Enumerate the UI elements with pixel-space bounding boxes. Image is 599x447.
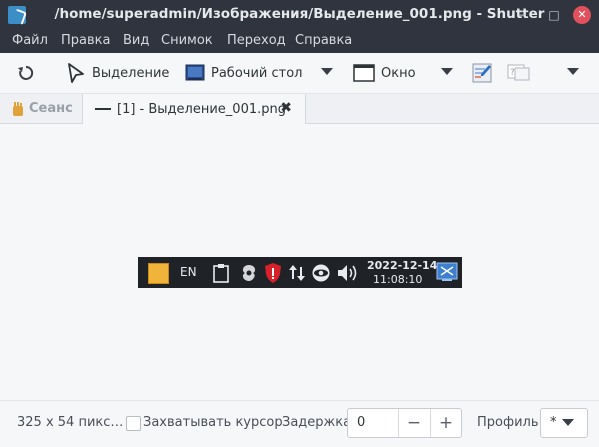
network-arrows-icon bbox=[289, 265, 305, 281]
tab-dash-icon bbox=[95, 108, 111, 110]
captured-panel-image: EN 2022-12-14 11:08:10 bbox=[138, 257, 462, 288]
svg-text:?: ? bbox=[510, 68, 515, 78]
window-titlebar[interactable]: /home/superadmin/Изображения/Выделение_0… bbox=[0, 0, 599, 30]
menu-edit[interactable]: Правка bbox=[61, 33, 110, 48]
window-dropdown-caret[interactable] bbox=[441, 68, 453, 75]
more-dropdown-caret[interactable] bbox=[567, 68, 579, 75]
chevron-down-icon bbox=[562, 419, 574, 426]
show-desktop-icon bbox=[436, 262, 458, 281]
menu-help[interactable]: Справка bbox=[295, 33, 352, 48]
window-button[interactable]: Окно bbox=[353, 61, 416, 85]
eye-icon bbox=[312, 264, 330, 282]
tab-session-label: Сеанс bbox=[29, 101, 73, 116]
image-size-text: 325 x 54 пикс… bbox=[17, 415, 124, 430]
security-shield-icon bbox=[265, 263, 281, 283]
menu-file[interactable]: Файл bbox=[12, 33, 48, 48]
tab-close-icon[interactable]: ✖ bbox=[280, 100, 292, 116]
edit-screenshot-button[interactable] bbox=[471, 61, 493, 85]
edit-pencil-icon bbox=[472, 63, 492, 83]
delay-increment-button[interactable]: + bbox=[431, 411, 461, 435]
selection-label: Выделение bbox=[92, 65, 170, 81]
delay-label: Задержка: bbox=[282, 415, 356, 430]
clock-date: 2022-12-14 bbox=[367, 259, 438, 272]
menu-view[interactable]: Вид bbox=[123, 33, 149, 48]
window-title: /home/superadmin/Изображения/Выделение_0… bbox=[54, 6, 545, 22]
volume-icon bbox=[338, 265, 357, 281]
cursor-arrow-icon bbox=[68, 63, 84, 83]
app-tray-icon bbox=[148, 263, 169, 284]
tab-file[interactable]: [1] - Выделение_001.png ✖ bbox=[82, 94, 306, 124]
desktop-dropdown-caret[interactable] bbox=[321, 68, 333, 75]
toolbar: Выделение Рабочий стол Окно ? bbox=[0, 53, 599, 94]
capture-cursor-label[interactable]: Захватывать курсор bbox=[143, 415, 283, 430]
refresh-icon bbox=[18, 65, 34, 80]
desktop-label: Рабочий стол bbox=[211, 65, 303, 81]
menu-screenshot[interactable]: Снимок bbox=[161, 33, 213, 48]
window-label: Окно bbox=[381, 65, 416, 81]
swirl-icon bbox=[242, 265, 256, 281]
tab-file-label: [1] - Выделение_001.png bbox=[117, 101, 286, 117]
window-icon bbox=[353, 64, 375, 82]
delay-decrement-button[interactable]: − bbox=[399, 411, 429, 435]
profile-label: Профиль: bbox=[477, 415, 543, 430]
minimize-button[interactable]: − bbox=[513, 6, 531, 24]
menu-go[interactable]: Переход bbox=[227, 33, 286, 48]
maximize-button[interactable]: □ bbox=[545, 6, 563, 24]
refresh-button[interactable] bbox=[16, 61, 36, 85]
profile-combobox[interactable]: * bbox=[540, 408, 588, 438]
desktop-icon bbox=[185, 64, 205, 81]
desktop-button[interactable]: Рабочий стол bbox=[185, 61, 302, 85]
clock-time: 11:08:10 bbox=[373, 273, 423, 286]
menubar: Файл Правка Вид Снимок Переход Справка bbox=[0, 30, 599, 53]
profile-value: * bbox=[550, 415, 557, 430]
selection-button[interactable]: Выделение bbox=[66, 61, 169, 85]
screenshot-canvas[interactable]: EN 2022-12-14 11:08:10 bbox=[0, 124, 599, 400]
keyboard-layout-indicator: EN bbox=[180, 265, 197, 279]
statusbar: 325 x 54 пикс… Захватывать курсор Задерж… bbox=[0, 400, 599, 447]
session-tabs: Сеанс [1] - Выделение_001.png ✖ bbox=[0, 94, 599, 124]
delay-spinbutton[interactable]: 0 − + bbox=[347, 408, 462, 438]
hand-icon bbox=[13, 101, 23, 116]
tooltip-icon: ? bbox=[507, 64, 530, 81]
clipboard-icon bbox=[213, 264, 229, 283]
delay-value[interactable]: 0 bbox=[357, 415, 365, 430]
close-button[interactable]: ✕ bbox=[573, 6, 591, 24]
tooltip-button[interactable]: ? bbox=[507, 61, 531, 85]
tab-session[interactable]: Сеанс bbox=[10, 94, 73, 123]
capture-cursor-checkbox[interactable] bbox=[126, 416, 141, 431]
